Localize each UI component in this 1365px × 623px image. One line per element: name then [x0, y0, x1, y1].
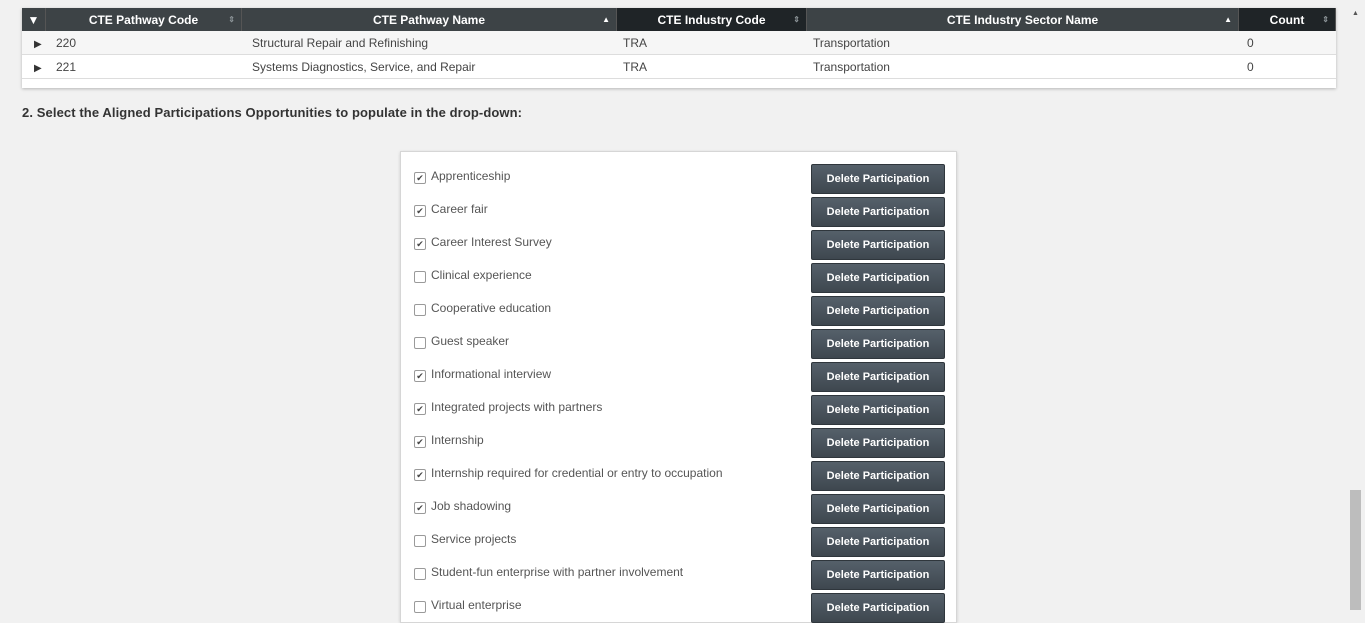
sort-ascending-icon: ▲ — [602, 15, 610, 24]
col-header-label: CTE Industry Code — [657, 12, 766, 27]
col-header-industry-code[interactable]: CTE Industry Code ⇕ — [617, 8, 807, 31]
cell-industry-sector-name: Transportation — [813, 35, 890, 50]
list-item: Guest speaker Delete Participation — [414, 329, 949, 359]
participation-label: Integrated projects with partners — [431, 400, 603, 414]
participation-label: Internship required for credential or en… — [431, 466, 723, 480]
participation-label: Apprenticeship — [431, 169, 511, 183]
expand-row-icon[interactable]: ▶ — [34, 63, 42, 74]
cell-pathway-name: Structural Repair and Refinishing — [252, 35, 429, 50]
delete-participation-button[interactable]: Delete Participation — [811, 560, 945, 590]
cell-pathway-code: 221 — [56, 59, 77, 74]
list-item: ✔ Integrated projects with partners Delete… — [414, 395, 949, 425]
cell-industry-code: TRA — [623, 35, 647, 50]
col-header-industry-sector-name[interactable]: CTE Industry Sector Name ▲ — [807, 8, 1239, 31]
list-item: ✔ Internship Delete Participation — [414, 428, 949, 458]
cell-pathway-name: Systems Diagnostics, Service, and Repair — [252, 59, 476, 74]
participation-checkbox[interactable] — [414, 304, 426, 316]
scrollbar-thumb[interactable] — [1350, 490, 1361, 610]
participation-checkbox[interactable]: ✔ — [414, 238, 426, 250]
delete-participation-button[interactable]: Delete Participation — [811, 428, 945, 458]
delete-participation-button[interactable]: Delete Participation — [811, 527, 945, 557]
delete-participation-button[interactable]: Delete Participation — [811, 197, 945, 227]
participation-checkbox[interactable]: ✔ — [414, 436, 426, 448]
delete-participation-button[interactable]: Delete Participation — [811, 395, 945, 425]
grid-header: ▼ CTE Pathway Code ⇕ CTE Pathway Name ▲ … — [22, 8, 1336, 31]
list-item: ✔ Apprenticeship Delete Participation — [414, 164, 949, 194]
delete-participation-button[interactable]: Delete Participation — [811, 164, 945, 194]
cell-pathway-code: 220 — [56, 35, 77, 50]
delete-participation-button[interactable]: Delete Participation — [811, 593, 945, 623]
participation-label: Career Interest Survey — [431, 235, 552, 249]
sort-ascending-icon: ▲ — [1224, 15, 1232, 24]
delete-participation-button[interactable]: Delete Participation — [811, 263, 945, 293]
col-header-pathway-name[interactable]: CTE Pathway Name ▲ — [242, 8, 617, 31]
participation-label: Job shadowing — [431, 499, 512, 513]
participation-label: Guest speaker — [431, 334, 510, 348]
col-header-label: Count — [1269, 12, 1305, 27]
list-item: ✔ Career fair Delete Participation — [414, 197, 949, 227]
collapse-all-icon[interactable]: ▼ — [22, 8, 46, 31]
cell-count: 0 — [1247, 35, 1254, 50]
list-item: ✔ Job shadowing Delete Participation — [414, 494, 949, 524]
participation-checkbox[interactable] — [414, 271, 426, 283]
grid-body: ▶ 220 Structural Repair and Refinishing TRA… — [22, 31, 1336, 79]
participation-checkbox[interactable]: ✔ — [414, 469, 426, 481]
list-item: Service projects Delete Participation — [414, 527, 949, 557]
participation-checkbox[interactable] — [414, 601, 426, 613]
participation-panel: ✔ Apprenticeship Delete Participation ✔ Care… — [400, 151, 957, 623]
delete-participation-button[interactable]: Delete Participation — [811, 329, 945, 359]
cell-industry-sector-name: Transportation — [813, 59, 890, 74]
participation-checkbox[interactable] — [414, 535, 426, 547]
cell-industry-code: TRA — [623, 59, 647, 74]
participation-label: Clinical experience — [431, 268, 532, 282]
participation-label: Student-fun enterprise with partner invo… — [431, 565, 684, 579]
table-row[interactable]: ▶ 221 Systems Diagnostics, Service, and Re… — [22, 55, 1336, 79]
participation-checkbox[interactable] — [414, 568, 426, 580]
list-item: Virtual enterprise Delete Participation — [414, 593, 949, 623]
delete-participation-button[interactable]: Delete Participation — [811, 296, 945, 326]
participation-checkbox[interactable]: ✔ — [414, 205, 426, 217]
list-item: Student-fun enterprise with partner invo… — [414, 560, 949, 590]
participation-label: Internship — [431, 433, 484, 447]
table-row[interactable]: ▶ 220 Structural Repair and Refinishing TRA… — [22, 31, 1336, 55]
delete-participation-button[interactable]: Delete Participation — [811, 461, 945, 491]
participation-label: Career fair — [431, 202, 488, 216]
participation-checkbox[interactable]: ✔ — [414, 502, 426, 514]
col-header-label: CTE Industry Sector Name — [946, 12, 1099, 27]
participation-checkbox[interactable] — [414, 337, 426, 349]
participation-label: Service projects — [431, 532, 517, 546]
participation-label: Virtual enterprise — [431, 598, 522, 612]
sort-icon: ⇕ — [793, 15, 800, 24]
col-header-pathway-code[interactable]: CTE Pathway Code ⇕ — [46, 8, 242, 31]
col-header-label: CTE Pathway Code — [88, 12, 199, 27]
expand-row-icon[interactable]: ▶ — [34, 39, 42, 50]
list-item: Clinical experience Delete Participation — [414, 263, 949, 293]
participation-checkbox[interactable]: ✔ — [414, 370, 426, 382]
list-item: ✔ Informational interview Delete Participa… — [414, 362, 949, 392]
list-item: ✔ Career Interest Survey Delete Participat… — [414, 230, 949, 260]
col-header-label: CTE Pathway Name — [372, 12, 486, 27]
sort-icon: ⇕ — [1322, 15, 1329, 24]
participation-label: Cooperative education — [431, 301, 552, 315]
list-item: ✔ Internship required for credential or e… — [414, 461, 949, 491]
cell-count: 0 — [1247, 59, 1254, 74]
participation-checkbox[interactable]: ✔ — [414, 172, 426, 184]
scroll-up-arrow-icon[interactable]: ▲ — [1352, 10, 1359, 17]
pathway-grid: ▼ CTE Pathway Code ⇕ CTE Pathway Name ▲ … — [22, 8, 1336, 88]
sort-icon: ⇕ — [228, 15, 235, 24]
col-header-count[interactable]: Count ⇕ — [1239, 8, 1336, 31]
delete-participation-button[interactable]: Delete Participation — [811, 494, 945, 524]
delete-participation-button[interactable]: Delete Participation — [811, 362, 945, 392]
participation-checkbox[interactable]: ✔ — [414, 403, 426, 415]
delete-participation-button[interactable]: Delete Participation — [811, 230, 945, 260]
list-item: Cooperative education Delete Participatio… — [414, 296, 949, 326]
participation-label: Informational interview — [431, 367, 552, 381]
instruction-text: 2. Select the Aligned Participations Opp… — [22, 105, 523, 120]
